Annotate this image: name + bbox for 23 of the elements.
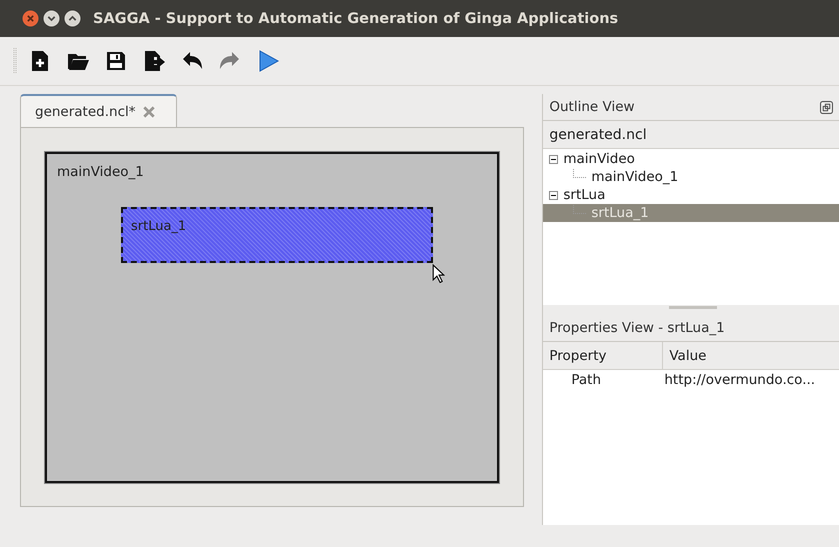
tree-item[interactable]: mainVideo_1 xyxy=(543,168,839,186)
restore-icon[interactable] xyxy=(820,100,833,114)
window-title: SAGGA - Support to Automatic Generation of Ginga Applications xyxy=(93,10,618,26)
table-cell-text: Path xyxy=(570,372,602,388)
column-header[interactable]: Property xyxy=(543,342,664,369)
tree-item[interactable]: mainVideo xyxy=(543,150,839,168)
editor-tab[interactable]: generated.ncl* xyxy=(20,94,176,127)
table-cell-text: http://overmundo.co... xyxy=(664,372,816,388)
maximize-icon[interactable] xyxy=(64,10,81,27)
close-icon[interactable] xyxy=(142,104,156,118)
panel-title: Properties View - srtLua_1 xyxy=(549,320,725,336)
toolbar-grip[interactable] xyxy=(13,46,17,76)
outline-root: generated.ncl xyxy=(543,121,839,149)
collapse-icon[interactable] xyxy=(549,190,558,200)
minimize-icon[interactable] xyxy=(43,10,60,27)
region-label: srtLua_1 xyxy=(131,219,186,234)
tree-item[interactable]: srtLua xyxy=(543,186,839,204)
cursor-icon xyxy=(432,264,445,283)
panel-title: Outline View xyxy=(549,99,635,115)
close-icon[interactable] xyxy=(22,10,39,27)
collapse-icon[interactable] xyxy=(549,154,558,164)
region-label: mainVideo_1 xyxy=(57,164,144,180)
column-header[interactable]: Value xyxy=(663,342,839,369)
